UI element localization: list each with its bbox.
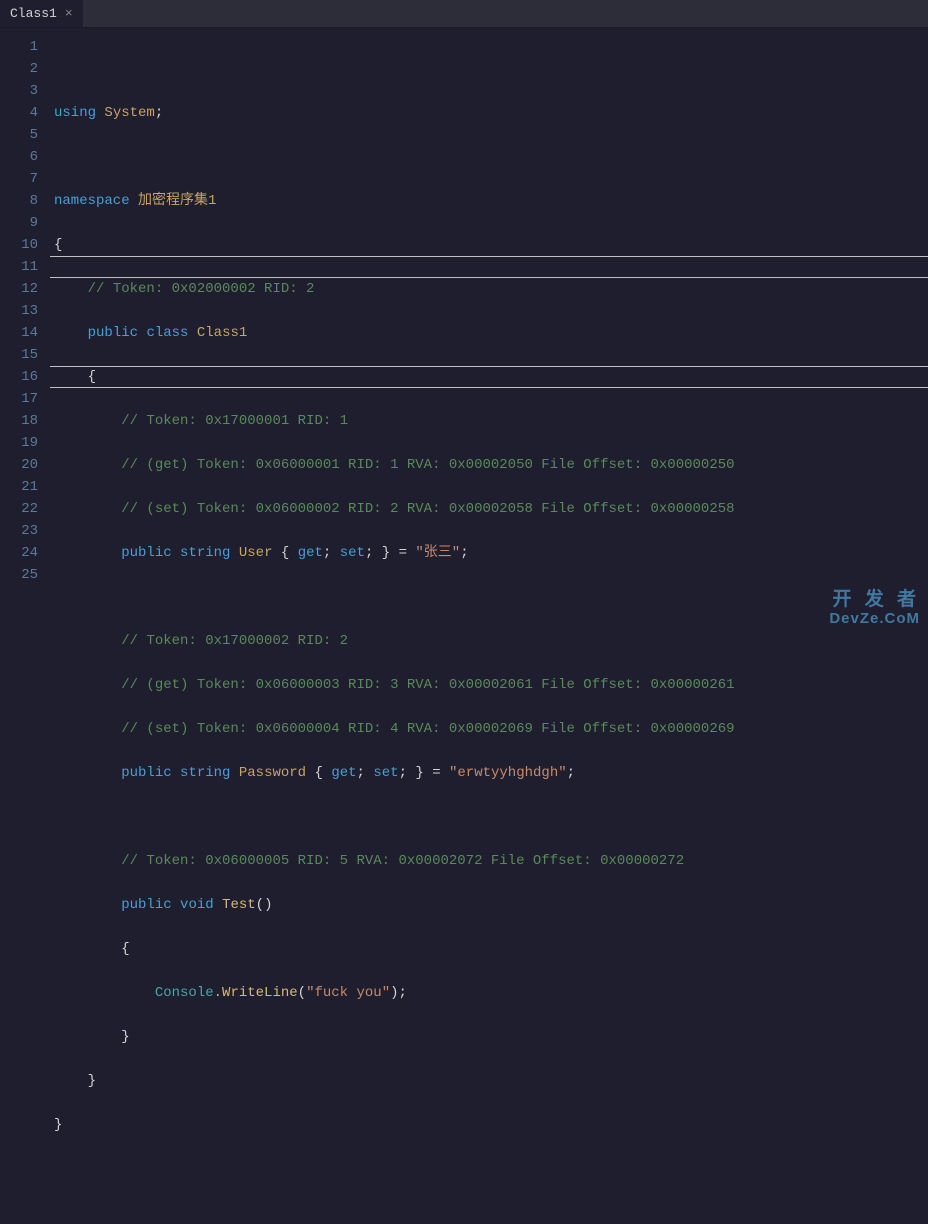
line-number: 14 [8, 322, 38, 344]
tab-title: Class1 [10, 6, 57, 21]
line-number: 15 [8, 344, 38, 366]
code-line: { [54, 938, 928, 960]
watermark: 开 发 者 DevZe.CoM [829, 590, 920, 627]
close-icon[interactable]: × [65, 6, 73, 21]
highlight-line-11 [50, 256, 928, 278]
tab-class1[interactable]: Class1 × [0, 0, 84, 27]
line-gutter: 1 2 3 4 5 6 7 8 9 10 11 12 13 14 15 16 1… [0, 28, 50, 631]
tab-bar: Class1 × [0, 0, 928, 28]
watermark-sub: DevZe.CoM [829, 611, 920, 628]
line-number: 2 [8, 58, 38, 80]
code-line: // (get) Token: 0x06000001 RID: 1 RVA: 0… [54, 454, 928, 476]
code-line: // (get) Token: 0x06000003 RID: 3 RVA: 0… [54, 674, 928, 696]
code-line [54, 146, 928, 168]
line-number: 13 [8, 300, 38, 322]
line-number: 9 [8, 212, 38, 234]
line-number: 19 [8, 432, 38, 454]
code-line: // Token: 0x06000005 RID: 5 RVA: 0x00002… [54, 850, 928, 872]
code-line: public string User { get; set; } = "张三"; [54, 542, 928, 564]
line-number: 23 [8, 520, 38, 542]
code-line: // Token: 0x17000002 RID: 2 [54, 630, 928, 652]
editor-area: 1 2 3 4 5 6 7 8 9 10 11 12 13 14 15 16 1… [0, 28, 928, 631]
line-number: 11 [8, 256, 38, 278]
code-line: // Token: 0x02000002 RID: 2 [54, 278, 928, 300]
line-number: 6 [8, 146, 38, 168]
line-number: 21 [8, 476, 38, 498]
line-number: 12 [8, 278, 38, 300]
watermark-main: 开 发 者 [832, 589, 920, 610]
line-number: 16 [8, 366, 38, 388]
code-line: public void Test() [54, 894, 928, 916]
code-line: // (set) Token: 0x06000002 RID: 2 RVA: 0… [54, 498, 928, 520]
line-number: 3 [8, 80, 38, 102]
code-line [54, 586, 928, 608]
code-line: // (set) Token: 0x06000004 RID: 4 RVA: 0… [54, 718, 928, 740]
code-line: } [54, 1026, 928, 1048]
code-line [54, 1158, 928, 1180]
code-line: using System; [54, 102, 928, 124]
code-content[interactable]: using System; namespace 加密程序集1 { // Toke… [50, 28, 928, 631]
line-number: 18 [8, 410, 38, 432]
line-number: 4 [8, 102, 38, 124]
line-number: 10 [8, 234, 38, 256]
line-number: 8 [8, 190, 38, 212]
code-line: } [54, 1070, 928, 1092]
line-number: 20 [8, 454, 38, 476]
code-line: // Token: 0x17000001 RID: 1 [54, 410, 928, 432]
code-line: namespace 加密程序集1 [54, 190, 928, 212]
line-number: 7 [8, 168, 38, 190]
code-line: public class Class1 [54, 322, 928, 344]
line-number: 1 [8, 36, 38, 58]
line-number: 17 [8, 388, 38, 410]
line-number: 22 [8, 498, 38, 520]
line-number: 5 [8, 124, 38, 146]
code-line: Console.WriteLine("fuck you"); [54, 982, 928, 1004]
code-line: } [54, 1114, 928, 1136]
code-line: public string Password { get; set; } = "… [54, 762, 928, 784]
code-line [54, 806, 928, 828]
code-line: { [54, 366, 928, 388]
line-number: 24 [8, 542, 38, 564]
code-line: { [54, 234, 928, 256]
line-number: 25 [8, 564, 38, 586]
